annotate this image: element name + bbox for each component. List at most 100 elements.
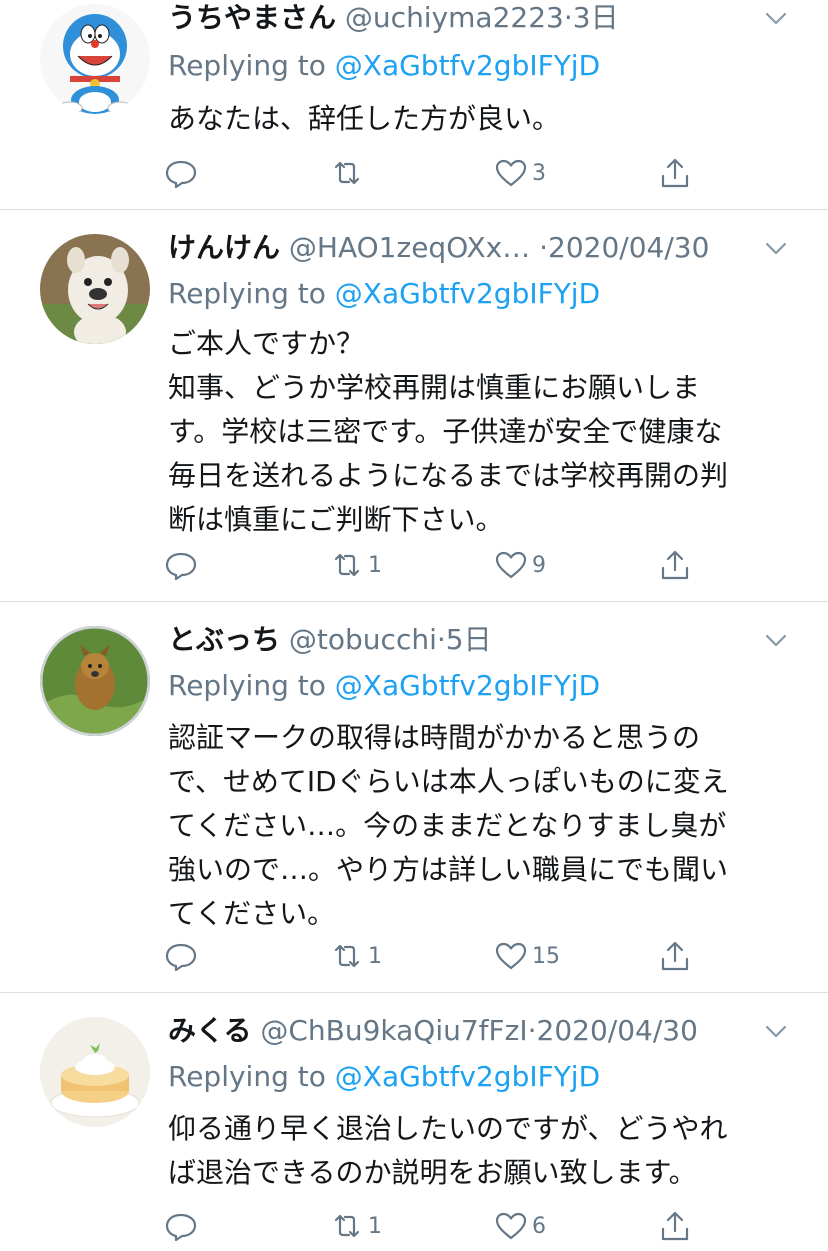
user-handle[interactable]: @HAO1zeqOXx… [289,231,530,264]
tweet-header: けんけん @HAO1zeqOXx… ·2020/04/30 [168,230,798,266]
retweet-button[interactable]: 1 [328,936,382,976]
like-count: 9 [532,552,546,578]
like-count: 15 [532,943,560,969]
like-icon [495,942,527,970]
avatar-dog[interactable] [40,626,150,736]
tweet-text-line: 知事、どうか学校再開は慎重にお願いしま [168,371,701,404]
reply-icon [165,1213,197,1242]
tweet-text-line: ば退治できるのか説明をお願い致します。 [168,1156,697,1189]
mention-link[interactable]: @XaGbtfv2gbIFYjD [335,669,600,702]
replying-to: Replying to @XaGbtfv2gbIFYjD [168,1059,600,1095]
tweet-header: とぶっち @tobucchi·5日 [168,622,798,658]
tweet-text-line: 断は慎重にご判断下さい。 [168,503,504,536]
retweet-icon [334,1214,360,1238]
mention-link[interactable]: @XaGbtfv2gbIFYjD [335,277,600,310]
tweet-text-line: あなたは、辞任した方が良い。 [168,102,561,135]
tweet-actions: 1 6 [162,1206,702,1246]
share-icon [661,158,689,188]
tweet-text-line: てください…。今のままだとなりすまし臭が [168,809,727,842]
replying-to-label: Replying to [168,49,335,82]
tweet-text: あなたは、辞任した方が良い。 [168,97,788,141]
tweet[interactable]: とぶっち @tobucchi·5日 Replying to @XaGbtfv2g… [0,602,828,992]
display-name[interactable]: けんけん [168,231,280,264]
reply-button[interactable] [162,545,202,585]
retweet-button[interactable] [328,153,368,193]
tweet-text-line: す。学校は三密です。子供達が安全で健康な [168,415,723,448]
share-button[interactable] [656,545,694,585]
tweet-actions: 1 9 [162,545,702,585]
like-count: 6 [532,1213,546,1239]
timestamp[interactable]: 2020/04/30 [548,231,709,264]
mention-link[interactable]: @XaGbtfv2gbIFYjD [335,1060,600,1093]
replying-to-label: Replying to [168,669,335,702]
like-icon [495,551,527,579]
user-handle[interactable]: @uchiyma2223 [345,1,564,34]
retweet-icon [334,161,360,185]
like-button[interactable]: 15 [492,936,560,976]
tweet-text-line: 強いので…。やり方は詳しい職員にでも聞い [168,853,729,886]
avatar-doraemon[interactable] [40,4,150,114]
share-icon [661,550,689,580]
avatar-pancake[interactable] [40,1017,150,1127]
mention-link[interactable]: @XaGbtfv2gbIFYjD [335,49,600,82]
like-button[interactable]: 9 [492,545,546,585]
tweet-text: 仰る通り早く退治したいのですが、どうやれ ば退治できるのか説明をお願い致します。 [168,1107,788,1195]
chevron-down-icon[interactable] [762,626,790,654]
separator-dot: · [527,1014,537,1047]
reply-button[interactable] [162,936,202,976]
reply-icon [165,160,197,189]
share-button[interactable] [656,153,694,193]
tweet-text-line: ご本人ですか？ [168,327,365,360]
timestamp[interactable]: 2020/04/30 [537,1014,698,1047]
retweet-icon [334,944,360,968]
reply-icon [165,943,197,972]
like-button[interactable]: 6 [492,1206,546,1246]
chevron-down-icon[interactable] [762,234,790,262]
timestamp[interactable]: 5日 [446,623,492,656]
share-icon [661,1211,689,1241]
user-handle[interactable]: @tobucchi [289,623,437,656]
retweet-button[interactable]: 1 [328,545,382,585]
like-button[interactable]: 3 [492,153,546,193]
reply-icon [165,552,197,581]
replying-to: Replying to @XaGbtfv2gbIFYjD [168,668,600,704]
separator-dot: · [530,231,549,264]
separator-dot: · [436,623,446,656]
tweet[interactable]: けんけん @HAO1zeqOXx… ·2020/04/30 Replying t… [0,210,828,601]
chevron-down-icon[interactable] [762,4,790,32]
tweet-text: 認証マークの取得は時間がかかると思うの で、せめてIDぐらいは本人っぽいものに変… [168,716,788,936]
separator-dot: · [563,1,573,34]
tweet-text-line: 毎日を送れるようになるまでは学校再開の判 [168,459,729,492]
reply-button[interactable] [162,1206,202,1246]
retweet-count: 1 [368,943,382,969]
tweet-actions: 3 [162,153,702,193]
retweet-icon [334,553,360,577]
like-icon [495,159,527,187]
tweet[interactable]: うちやまさん @uchiyma2223·3日 Replying to @XaGb… [0,0,828,209]
tweet-actions: 1 15 [162,936,702,976]
reply-button[interactable] [162,153,202,193]
tweet-text: ご本人ですか？ 知事、どうか学校再開は慎重にお願いしま す。学校は三密です。子供… [168,322,788,542]
replying-to-label: Replying to [168,277,335,310]
chevron-down-icon[interactable] [762,1017,790,1045]
share-button[interactable] [656,936,694,976]
retweet-count: 1 [368,1213,382,1239]
display-name[interactable]: うちやまさん [168,1,336,34]
retweet-count: 1 [368,552,382,578]
tweet-header: みくる @ChBu9kaQiu7fFzI·2020/04/30 [168,1013,798,1049]
tweet-text-line: てください。 [168,897,336,930]
tweet-header: うちやまさん @uchiyma2223·3日 [168,0,798,36]
user-handle[interactable]: @ChBu9kaQiu7fFzI [260,1014,527,1047]
tweet[interactable]: みくる @ChBu9kaQiu7fFzI·2020/04/30 Replying… [0,993,828,1251]
display-name[interactable]: とぶっち [168,623,280,656]
retweet-button[interactable]: 1 [328,1206,382,1246]
tweet-text-line: 認証マークの取得は時間がかかると思うの [168,721,701,754]
avatar-bulldog[interactable] [40,234,150,344]
share-icon [661,941,689,971]
display-name[interactable]: みくる [168,1014,251,1047]
tweet-text-line: 仰る通り早く退治したいのですが、どうやれ [168,1112,728,1145]
share-button[interactable] [656,1206,694,1246]
timestamp[interactable]: 3日 [573,1,619,34]
replying-to-label: Replying to [168,1060,335,1093]
tweet-text-line: で、せめてIDぐらいは本人っぽいものに変え [168,765,729,798]
